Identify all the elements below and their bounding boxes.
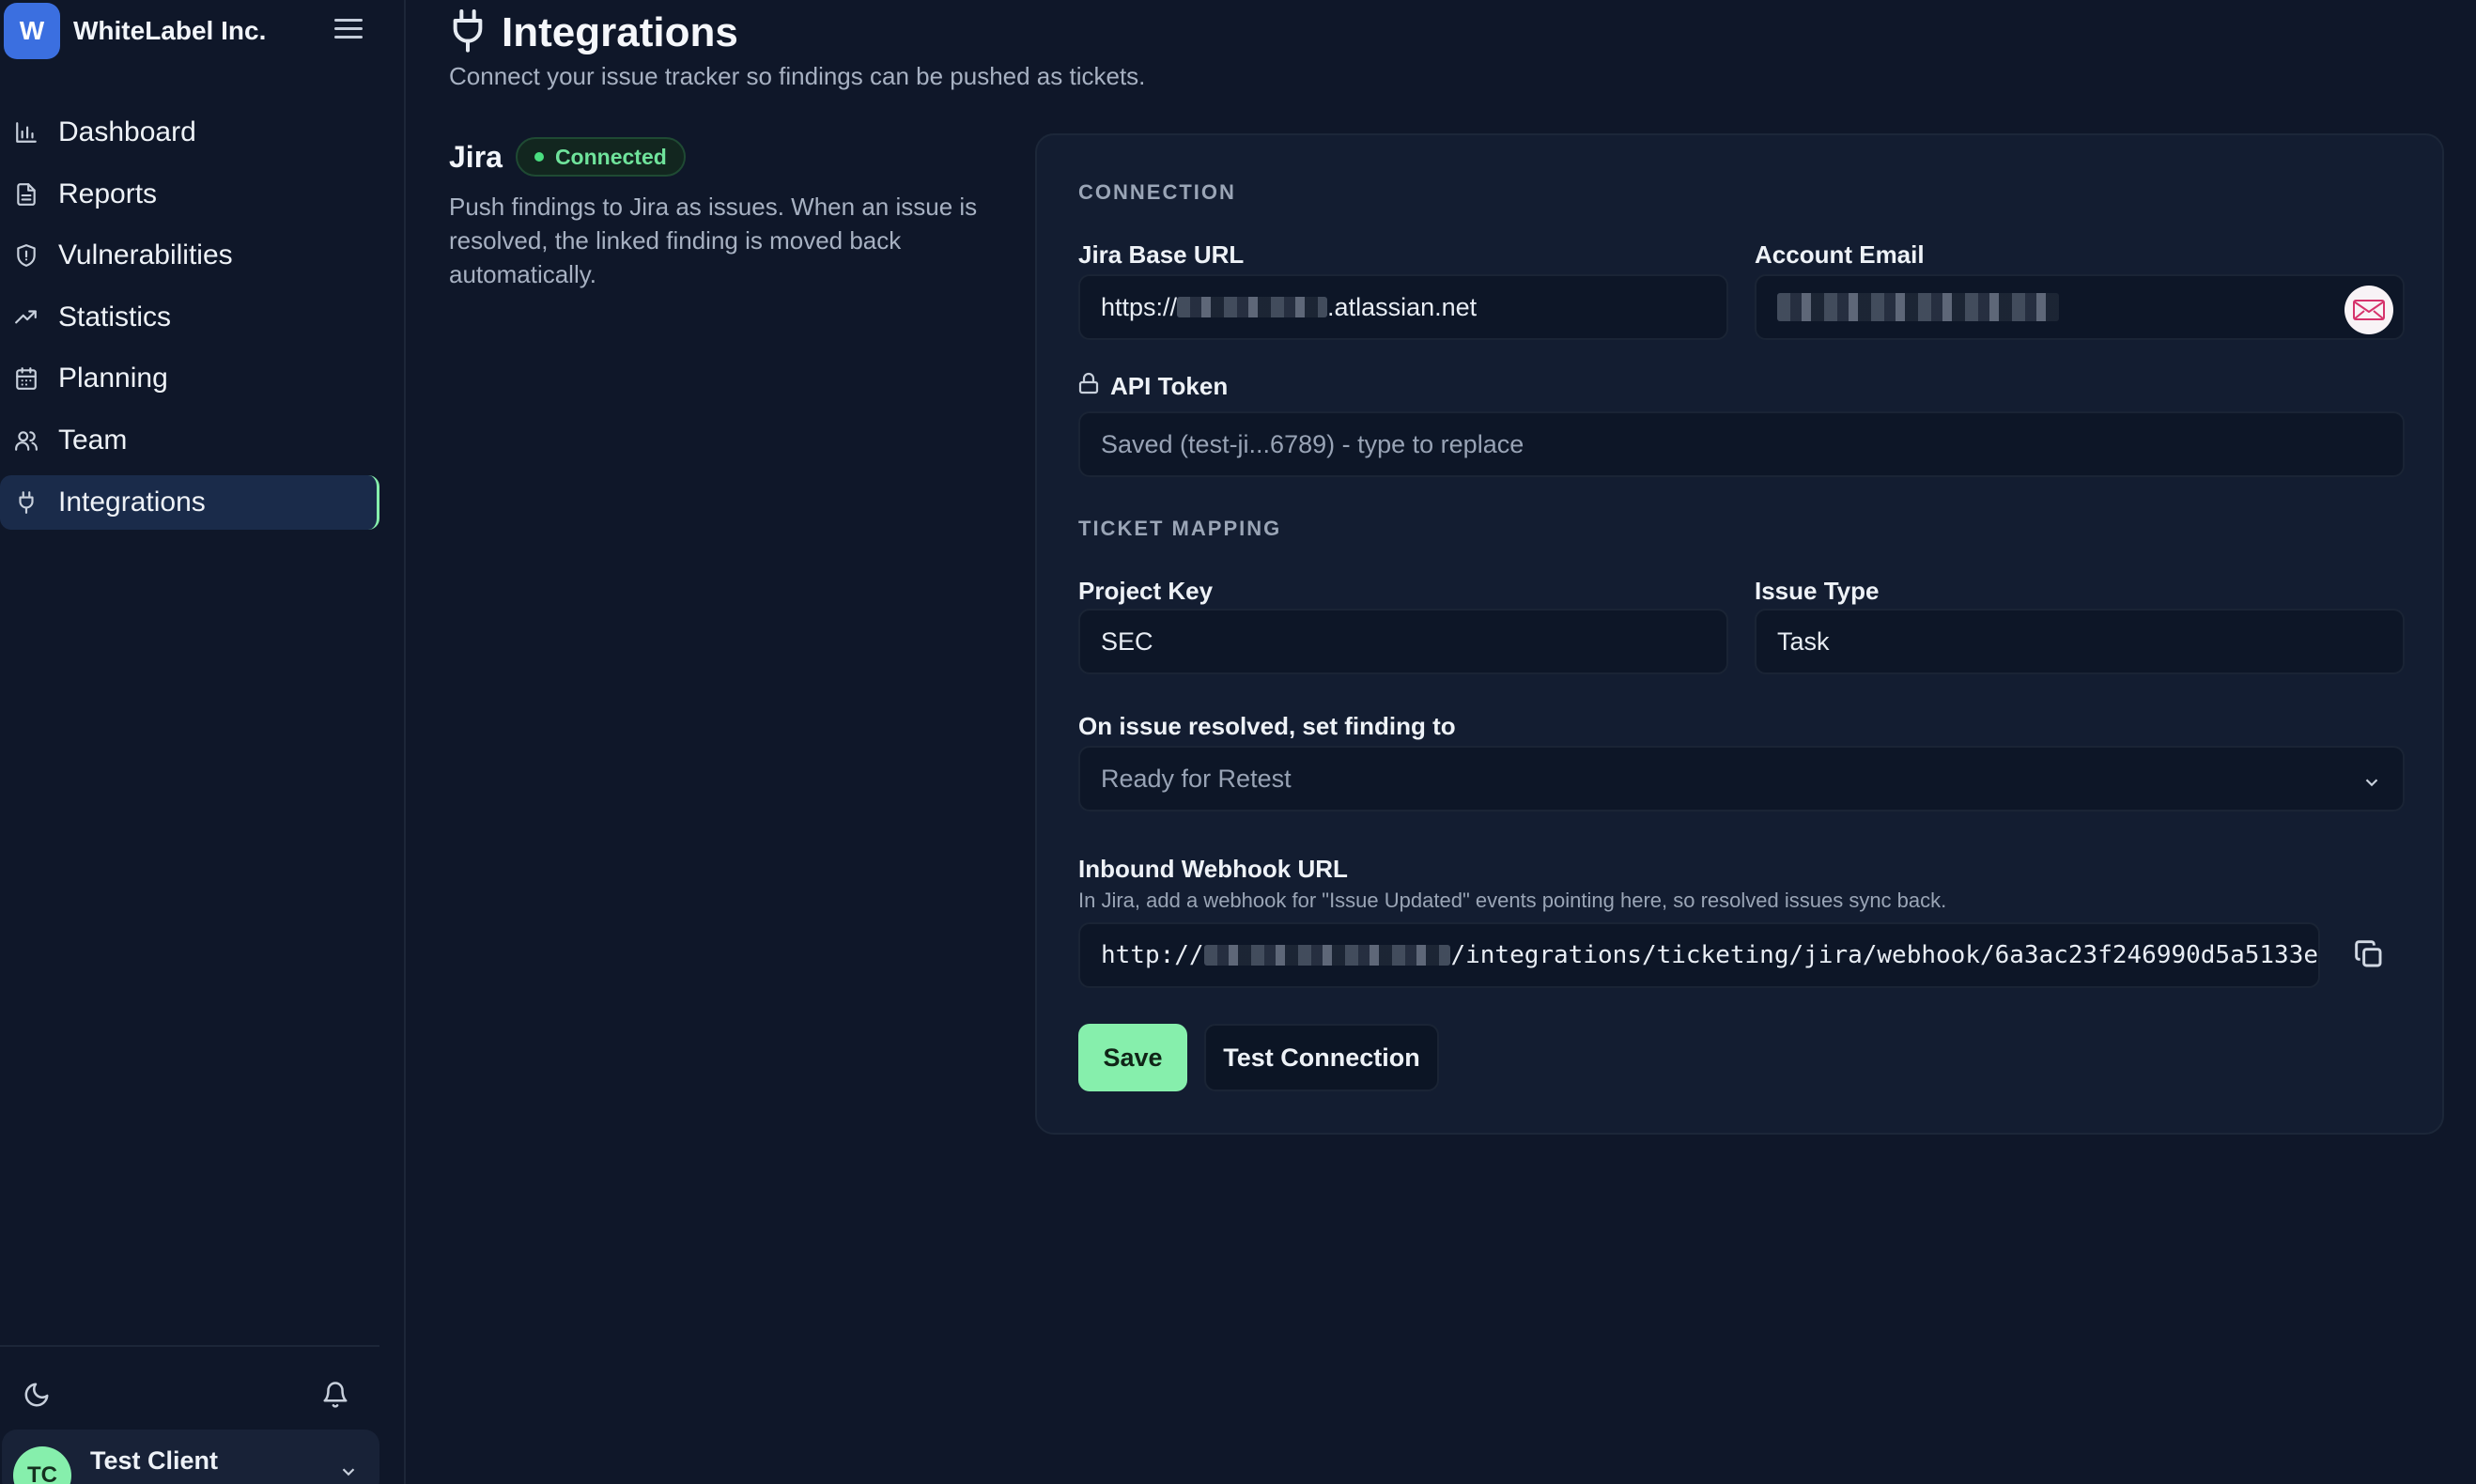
section-ticket-mapping: TICKET MAPPING — [1078, 517, 1282, 540]
sidebar-divider — [0, 1345, 379, 1347]
sidebar-item-label: Vulnerabilities — [58, 240, 233, 271]
sidebar-item-vulnerabilities[interactable]: Vulnerabilities — [0, 228, 379, 283]
account-email-input[interactable] — [1755, 274, 2405, 340]
document-icon — [13, 181, 39, 208]
sidebar: W WhiteLabel Inc. Dashboard Reports Vuln… — [0, 0, 406, 1484]
page-title: Integrations — [502, 8, 738, 55]
jira-base-url-input[interactable]: https:// .atlassian.net — [1078, 274, 1728, 340]
jira-heading: Jira Connected — [449, 137, 686, 177]
jira-base-url-label: Jira Base URL — [1078, 240, 1245, 269]
jira-title: Jira — [449, 139, 503, 174]
issue-type-label: Issue Type — [1755, 577, 1880, 605]
sidebar-item-reports[interactable]: Reports — [0, 167, 379, 222]
project-key-input[interactable]: SEC — [1078, 609, 1728, 674]
sidebar-item-label: Dashboard — [58, 116, 196, 147]
sidebar-item-label: Integrations — [58, 486, 206, 518]
base-url-prefix: https:// — [1101, 292, 1178, 321]
moon-icon[interactable] — [23, 1381, 53, 1411]
webhook-url-input[interactable]: http:// /integrations/ticketing/jira/web… — [1078, 922, 2320, 988]
bell-icon[interactable] — [321, 1381, 351, 1411]
test-connection-button[interactable]: Test Connection — [1204, 1024, 1439, 1091]
avatar: TC — [13, 1446, 71, 1484]
sidebar-item-label: Team — [58, 424, 128, 456]
bar-chart-icon — [13, 119, 39, 146]
brand[interactable]: W WhiteLabel Inc. — [4, 2, 379, 60]
sidebar-nav: Dashboard Reports Vulnerabilities Statis… — [0, 105, 379, 536]
redacted-text — [1203, 945, 1451, 966]
page-header: Integrations — [449, 8, 738, 57]
sidebar-item-team[interactable]: Team — [0, 413, 379, 468]
redacted-text — [1177, 297, 1328, 317]
api-token-input[interactable]: Saved (test-ji...6789) - type to replace — [1078, 411, 2405, 477]
email-extension-icon[interactable] — [2344, 286, 2393, 334]
plug-icon — [449, 8, 487, 57]
status-badge-label: Connected — [554, 144, 667, 169]
lock-icon — [1078, 372, 1099, 401]
status-badge: Connected — [515, 137, 686, 177]
api-token-label: API Token — [1110, 372, 1229, 400]
sidebar-item-label: Reports — [58, 178, 158, 209]
plug-icon — [13, 489, 39, 516]
sidebar-item-integrations[interactable]: Integrations — [0, 474, 379, 530]
brand-logo: W — [4, 3, 60, 59]
resolved-status-select[interactable]: Ready for Retest — [1078, 746, 2405, 812]
sidebar-item-label: Planning — [58, 363, 168, 394]
copy-icon[interactable] — [2354, 939, 2388, 973]
api-token-label-row: API Token — [1078, 372, 1228, 401]
status-dot-icon — [534, 152, 544, 162]
user-menu[interactable]: TC Test Client — [2, 1430, 379, 1484]
sidebar-item-statistics[interactable]: Statistics — [0, 290, 379, 345]
resolved-status-label: On issue resolved, set finding to — [1078, 712, 1456, 740]
sidebar-item-planning[interactable]: Planning — [0, 351, 379, 406]
save-button[interactable]: Save — [1078, 1024, 1187, 1091]
webhook-url-suffix: /integrations/ticketing/jira/webhook/6a3… — [1450, 941, 2318, 969]
project-key-label: Project Key — [1078, 577, 1214, 605]
redacted-text — [1777, 293, 2059, 321]
sidebar-item-label: Statistics — [58, 301, 172, 332]
sidebar-item-dashboard[interactable]: Dashboard — [0, 105, 379, 160]
trend-up-icon — [13, 304, 39, 331]
jira-settings-card: CONNECTION Jira Base URL https:// .atlas… — [1035, 133, 2444, 1135]
calendar-icon — [13, 365, 39, 392]
shield-icon — [13, 242, 39, 269]
webhook-helper-text: In Jira, add a webhook for "Issue Update… — [1078, 889, 1947, 912]
webhook-url-prefix: http:// — [1101, 941, 1204, 969]
resolved-status-value: Ready for Retest — [1101, 764, 1292, 793]
brand-name: WhiteLabel Inc. — [73, 16, 267, 45]
page-subtitle: Connect your issue tracker so findings c… — [449, 62, 1146, 90]
chevron-down-icon — [2361, 770, 2382, 791]
webhook-url-label: Inbound Webhook URL — [1078, 855, 1348, 883]
chevron-down-icon — [338, 1461, 361, 1484]
user-name: Test Client — [90, 1446, 219, 1475]
account-email-label: Account Email — [1755, 240, 1925, 269]
jira-description: Push findings to Jira as issues. When an… — [449, 193, 978, 288]
menu-icon[interactable] — [334, 19, 363, 41]
issue-type-input[interactable]: Task — [1755, 609, 2405, 674]
section-connection: CONNECTION — [1078, 180, 1236, 204]
base-url-suffix: .atlassian.net — [1327, 292, 1478, 321]
users-icon — [13, 427, 39, 454]
